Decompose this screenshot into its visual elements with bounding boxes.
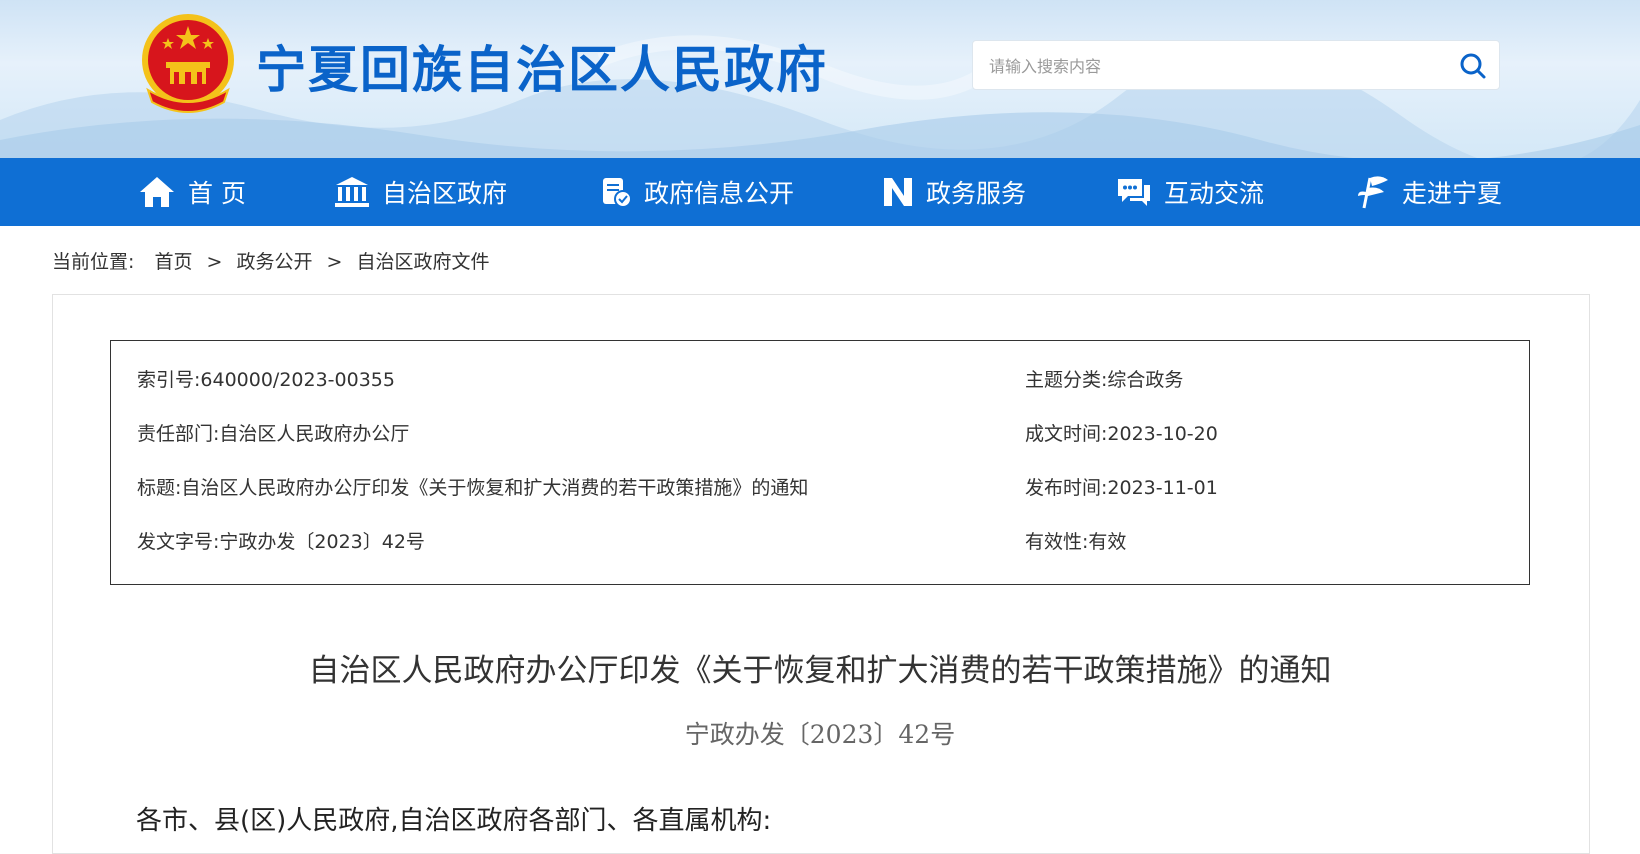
breadcrumb-link-public-affairs[interactable]: 政务公开 [236,251,312,273]
meta-topic-category: 主题分类:综合政务 [1025,369,1184,391]
meta-document-number: 发文字号:宁政办发〔2023〕42号 [137,531,425,553]
meta-written-date: 成文时间:2023-10-20 [1025,423,1218,445]
document-metadata-table: 索引号:640000/2023-00355 主题分类:综合政务 责任部门:自治区… [110,340,1530,585]
government-building-icon [335,177,369,207]
nav-item-label: 互动交流 [1164,179,1265,208]
meta-validity: 有效性:有效 [1025,531,1127,553]
chat-icon [1118,179,1150,206]
nav-item-interaction[interactable]: 互动交流 [1116,158,1264,226]
site-header: 宁夏回族自治区人民政府 [0,0,1640,158]
document-number: 宁政办发〔2023〕42号 [684,720,956,749]
nav-item-label: 走进宁夏 [1402,179,1503,208]
breadcrumb-separator: > [206,251,223,273]
document-title: 自治区人民政府办公厅印发《关于恢复和扩大消费的若干政策措施》的通知 [308,653,1332,689]
nav-item-government-services[interactable]: 政务服务 [882,158,1026,226]
breadcrumb-link-government-documents[interactable]: 自治区政府文件 [357,251,490,273]
search-input[interactable] [987,41,1431,91]
nav-item-label: 政府信息公开 [644,179,795,208]
search-box [972,40,1500,91]
meta-title: 标题:自治区人民政府办公厅印发《关于恢复和扩大消费的若干政策措施》的通知 [137,477,809,499]
nav-item-info-disclosure[interactable]: 政府信息公开 [600,158,794,226]
search-icon[interactable] [1459,52,1487,80]
document-check-icon [603,178,632,208]
nav-item-label: 首 页 [188,179,246,208]
nav-item-home[interactable]: 首 页 [138,158,246,226]
nav-item-label: 政务服务 [926,179,1027,208]
nav-item-regional-government[interactable]: 自治区政府 [334,158,507,226]
home-icon [140,177,174,207]
breadcrumb: 当前位置: 首页 > 政务公开 > 自治区政府文件 [52,247,490,274]
meta-index-number: 索引号:640000/2023-00355 [137,369,395,391]
document-salutation: 各市、县(区)人民政府,自治区政府各部门、各直属机构: [136,806,772,836]
main-nav: 首 页 自治区政府 政府信息公开 政务服务 互动交流 走进宁夏 [0,158,1640,226]
meta-responsible-department: 责任部门:自治区人民政府办公厅 [137,423,410,445]
national-emblem-icon [142,14,234,113]
breadcrumb-prefix: 当前位置: [52,251,135,273]
breadcrumb-separator: > [326,251,343,273]
flag-icon [1358,176,1388,209]
meta-publish-date: 发布时间:2023-11-01 [1025,477,1218,499]
breadcrumb-link-home[interactable]: 首页 [154,251,192,273]
nav-item-label: 自治区政府 [382,179,508,208]
service-n-icon [884,178,912,206]
site-title: 宁夏回族自治区人民政府 [256,41,828,99]
nav-item-about-ningxia[interactable]: 走进宁夏 [1356,158,1502,226]
